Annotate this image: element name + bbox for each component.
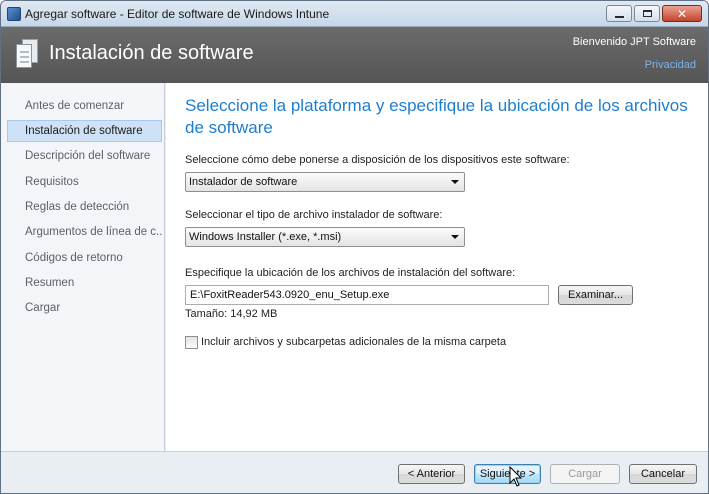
window-title: Agregar software - Editor de software de… <box>25 7 330 21</box>
sidebar-item-resumen[interactable]: Resumen <box>7 272 162 294</box>
close-button[interactable]: ✕ <box>662 5 702 22</box>
minimize-icon <box>614 15 624 18</box>
include-subfolders-checkbox[interactable] <box>185 336 198 349</box>
software-pages-icon <box>16 39 38 69</box>
mouse-pointer-icon <box>509 466 523 487</box>
close-icon: ✕ <box>676 6 688 21</box>
file-size-text: Tamaño: 14,92 MB <box>185 308 278 320</box>
availability-select-value: Instalador de software <box>189 176 298 188</box>
location-input[interactable]: E:\FoxitReader543.0920_enu_Setup.exe <box>185 285 549 305</box>
availability-select[interactable]: Instalador de software <box>185 172 465 192</box>
privacy-link[interactable]: Privacidad <box>645 59 696 71</box>
window-controls: ✕ <box>606 5 702 22</box>
browse-button[interactable]: Examinar... <box>558 285 633 305</box>
cancel-button[interactable]: Cancelar <box>629 464 697 484</box>
sidebar-item-instalacion-de-software[interactable]: Instalación de software <box>7 120 162 142</box>
page-title: Instalación de software <box>49 42 254 64</box>
software-editor-window: Agregar software - Editor de software de… <box>0 0 709 494</box>
minimize-button[interactable] <box>606 5 632 22</box>
next-button[interactable]: Siguiente > <box>474 464 541 484</box>
upload-button[interactable]: Cargar <box>550 464 620 484</box>
maximize-icon <box>642 10 652 17</box>
sidebar-item-descripcion-del-software[interactable]: Descripción del software <box>7 145 162 167</box>
installer-type-select-value: Windows Installer (*.exe, *.msi) <box>189 231 342 243</box>
availability-label: Seleccione cómo debe ponerse a disposici… <box>185 154 570 166</box>
wizard-content: Seleccione la plataforma y especifique l… <box>166 83 708 451</box>
sidebar-item-argumentos-de-linea[interactable]: Argumentos de línea de c... <box>7 221 162 243</box>
installer-type-label: Seleccionar el tipo de archivo instalado… <box>185 209 443 221</box>
window-app-icon <box>7 7 21 21</box>
sidebar-item-codigos-de-retorno[interactable]: Códigos de retorno <box>7 247 162 269</box>
maximize-button[interactable] <box>634 5 660 22</box>
chevron-down-icon <box>451 235 459 239</box>
title-bar[interactable]: Agregar software - Editor de software de… <box>1 1 708 27</box>
installer-type-select[interactable]: Windows Installer (*.exe, *.msi) <box>185 227 465 247</box>
sidebar-item-cargar[interactable]: Cargar <box>7 297 162 319</box>
welcome-text: Bienvenido JPT Software <box>572 36 696 48</box>
wizard-steps-sidebar: Antes de comenzar Instalación de softwar… <box>1 83 165 451</box>
wizard-header: Instalación de software Bienvenido JPT S… <box>1 27 708 83</box>
include-subfolders-label: Incluir archivos y subcarpetas adicional… <box>201 336 507 348</box>
back-button[interactable]: < Anterior <box>398 464 465 484</box>
sidebar-item-antes-de-comenzar[interactable]: Antes de comenzar <box>7 95 162 117</box>
chevron-down-icon <box>451 180 459 184</box>
sidebar-item-reglas-de-deteccion[interactable]: Reglas de detección <box>7 196 162 218</box>
wizard-footer: < Anterior Siguiente > Cargar Cancelar <box>1 451 708 493</box>
location-label: Especifique la ubicación de los archivos… <box>185 267 516 279</box>
sidebar-item-requisitos[interactable]: Requisitos <box>7 171 162 193</box>
step-heading: Seleccione la plataforma y especifique l… <box>185 96 688 137</box>
